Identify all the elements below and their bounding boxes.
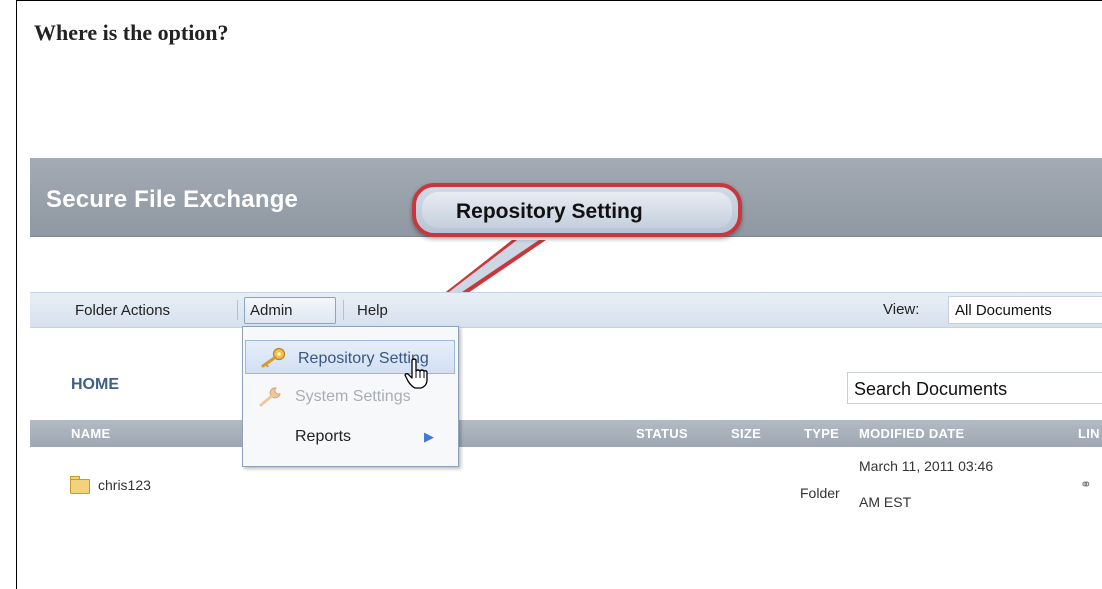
row-type: Folder [800, 485, 840, 501]
column-header-type[interactable]: TYPE [804, 426, 839, 441]
column-header-name[interactable]: NAME [71, 426, 110, 441]
column-header-modified-date[interactable]: MODIFIED DATE [859, 426, 965, 441]
hand-cursor-icon [404, 358, 428, 389]
submenu-arrow-icon: ▶ [424, 429, 434, 444]
admin-dropdown-menu: Repository Setting System Settings Repor… [242, 326, 459, 467]
menubar: Folder Actions Admin Help View: All Docu… [30, 292, 1102, 328]
link-icon[interactable]: ⚭ [1080, 476, 1092, 493]
row-modified-line1: March 11, 2011 03:46 [859, 458, 994, 474]
column-header-link[interactable]: LIN [1078, 426, 1100, 441]
question-heading: Where is the option? [34, 20, 229, 45]
wrench-icon [259, 387, 281, 407]
table-row[interactable]: chris123 Folder March 11, 2011 03:46 AM … [30, 448, 1102, 520]
menu-help[interactable]: Help [357, 302, 388, 319]
menu-separator [237, 300, 238, 320]
row-name[interactable]: chris123 [98, 477, 151, 493]
table-header: NAME STATUS SIZE TYPE MODIFIED DATE LIN [30, 420, 1102, 447]
menu-separator [343, 300, 344, 320]
app-screenshot: Secure File Exchange Repository Setting … [30, 158, 1102, 520]
menu-item-label: Reports [295, 428, 352, 445]
row-modified-line2: AM EST [859, 494, 912, 510]
key-icon [261, 347, 286, 368]
column-header-status[interactable]: STATUS [636, 426, 688, 441]
menu-item-reports[interactable]: Reports ▶ [243, 419, 458, 453]
column-header-size[interactable]: SIZE [731, 426, 761, 441]
menu-folder-actions[interactable]: Folder Actions [75, 302, 170, 319]
view-label: View: [883, 301, 920, 318]
view-select[interactable]: All Documents [948, 296, 1102, 324]
search-input[interactable]: Search Documents [847, 372, 1102, 404]
app-title: Secure File Exchange [46, 186, 299, 213]
folder-icon [70, 479, 90, 494]
menu-admin-label[interactable]: Admin [250, 302, 293, 319]
repository-setting-callout: Repository Setting [412, 183, 742, 237]
menu-item-label: System Settings [295, 388, 411, 405]
callout-text: Repository Setting [456, 200, 643, 223]
breadcrumb-home[interactable]: HOME [71, 376, 119, 394]
